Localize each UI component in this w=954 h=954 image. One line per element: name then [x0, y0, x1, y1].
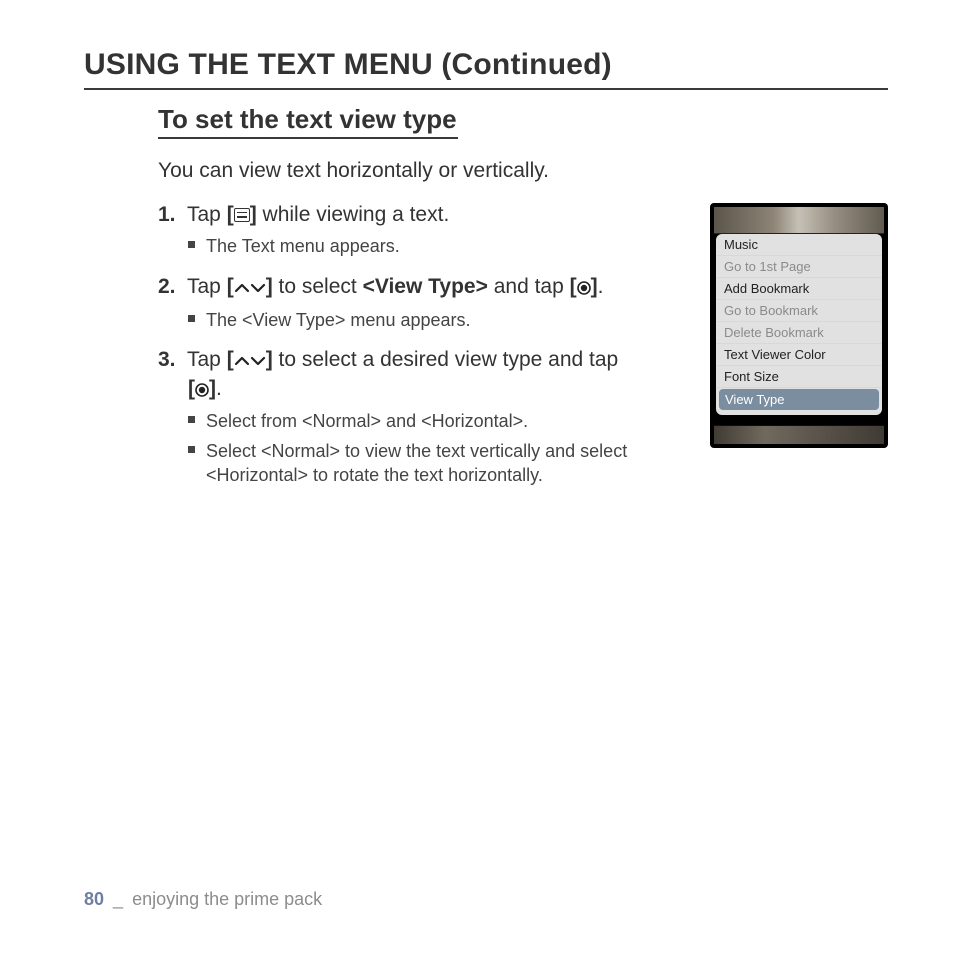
- menu-item-font-size: Font Size: [716, 366, 882, 388]
- bracket-open: [: [227, 203, 234, 226]
- step-3-number: 3.: [158, 348, 176, 371]
- manual-page: USING THE TEXT MENU (Continued) To set t…: [0, 0, 954, 954]
- bracket-open-3b: [: [188, 377, 195, 400]
- step-2-sub: The <View Type> menu appears.: [188, 308, 688, 332]
- step-2-post: .: [598, 275, 604, 298]
- page-number: 80: [84, 889, 104, 909]
- bracket-open-3: [: [227, 348, 234, 371]
- device-bottom-strip: [714, 425, 884, 444]
- step-1-number: 1.: [158, 203, 176, 226]
- up-down-icon: [234, 275, 266, 302]
- footer-underscore: _: [113, 889, 123, 909]
- step-2-mid2: and tap: [488, 275, 570, 298]
- title-rule: [84, 88, 888, 90]
- step-2-pre: Tap: [187, 275, 227, 298]
- menu-item-text-viewer-color: Text Viewer Color: [716, 344, 882, 366]
- bracket-close-3b: ]: [209, 377, 216, 400]
- select-icon: [577, 281, 591, 295]
- step-3: 3. Tap [] to select a desired view type …: [158, 346, 688, 487]
- menu-item-add-bookmark: Add Bookmark: [716, 278, 882, 300]
- step-1: 1. Tap [] while viewing a text. The Text…: [158, 201, 688, 259]
- menu-item-1st-page: Go to 1st Page: [716, 256, 882, 278]
- step-2-mid1: to select: [273, 275, 363, 298]
- step-2-sub-1: The <View Type> menu appears.: [188, 308, 688, 332]
- bracket-close-3: ]: [266, 348, 273, 371]
- step-3-post: .: [216, 377, 222, 400]
- step-1-post: while viewing a text.: [257, 203, 450, 226]
- bracket-close-2b: ]: [591, 275, 598, 298]
- bracket-close-2: ]: [266, 275, 273, 298]
- bracket-close: ]: [250, 203, 257, 226]
- page-title: USING THE TEXT MENU (Continued): [84, 48, 888, 82]
- content-row: 1. Tap [] while viewing a text. The Text…: [158, 201, 888, 502]
- steps-list: 1. Tap [] while viewing a text. The Text…: [158, 201, 688, 502]
- intro-text: You can view text horizontally or vertic…: [158, 159, 888, 183]
- step-2-number: 2.: [158, 275, 176, 298]
- device-top-strip: [714, 207, 884, 234]
- step-3-mid: to select a desired view type and tap: [273, 348, 619, 371]
- page-footer: 80 _ enjoying the prime pack: [84, 889, 322, 910]
- step-3-sub: Select from <Normal> and <Horizontal>. S…: [188, 409, 688, 488]
- step-3-sub-2: Select <Normal> to view the text vertica…: [188, 439, 688, 488]
- step-1-sub-1: The Text menu appears.: [188, 234, 688, 258]
- bracket-open-2: [: [227, 275, 234, 298]
- chapter-name: enjoying the prime pack: [132, 889, 322, 909]
- step-3-pre: Tap: [187, 348, 227, 371]
- device-screen: Music Go to 1st Page Add Bookmark Go to …: [714, 207, 884, 444]
- step-2-viewtype: <View Type>: [363, 275, 488, 298]
- select-icon-2: [195, 383, 209, 397]
- step-1-pre: Tap: [187, 203, 227, 226]
- device-frame: Music Go to 1st Page Add Bookmark Go to …: [710, 203, 888, 448]
- menu-icon: [234, 208, 250, 222]
- section-title: To set the text view type: [158, 104, 458, 139]
- step-2: 2. Tap [] to select <View Type> and tap …: [158, 273, 688, 333]
- up-down-icon-2: [234, 348, 266, 375]
- bracket-open-2b: [: [570, 275, 577, 298]
- device-screenshot: Music Go to 1st Page Add Bookmark Go to …: [710, 203, 888, 448]
- body-wrap: To set the text view type You can view t…: [158, 104, 888, 502]
- menu-item-view-type: View Type: [719, 389, 879, 410]
- menu-item-delete-bookmark: Delete Bookmark: [716, 322, 882, 344]
- device-menu: Music Go to 1st Page Add Bookmark Go to …: [716, 234, 882, 415]
- step-3-sub-1: Select from <Normal> and <Horizontal>.: [188, 409, 688, 433]
- menu-item-goto-bookmark: Go to Bookmark: [716, 300, 882, 322]
- menu-item-music: Music: [716, 234, 882, 256]
- step-1-sub: The Text menu appears.: [188, 234, 688, 258]
